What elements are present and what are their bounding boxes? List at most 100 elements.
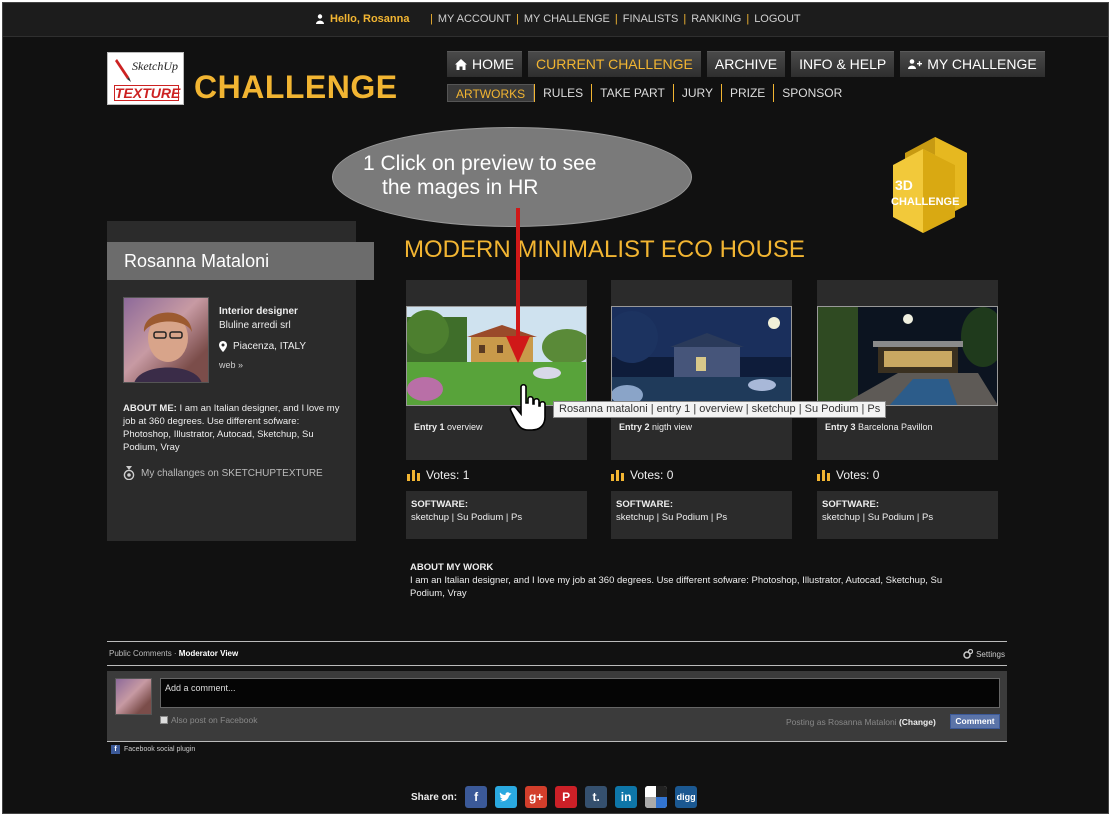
my-account-link[interactable]: MY ACCOUNT [438, 13, 511, 25]
entry-card: Entry 3 Barcelona Pavillon [817, 280, 998, 460]
profile-role: Interior designer [219, 306, 298, 317]
user-bar: Hello, Rosanna | MY ACCOUNT | MY CHALLENGE… [3, 3, 1108, 37]
entry-label: Entry 2 [619, 422, 650, 432]
my-challenge-link[interactable]: MY CHALLENGE [524, 13, 610, 25]
account-nav: | MY ACCOUNT | MY CHALLENGE | FINALISTS | RA… [430, 13, 801, 25]
tab-moderator-view[interactable]: Moderator View [179, 649, 238, 658]
comment-input[interactable]: Add a comment... [160, 678, 1000, 708]
pencil-icon [115, 59, 131, 82]
medal-icon [123, 466, 135, 480]
badge-3d-text: 3D [895, 177, 913, 193]
about-me-label: ABOUT ME: [123, 403, 177, 414]
share-digg-icon[interactable]: digg [675, 786, 698, 808]
software-list: sketchup | Su Podium | Ps [411, 512, 523, 523]
nav-current-challenge[interactable]: CURRENT CHALLENGE [528, 51, 701, 77]
votes-text: Votes: 0 [836, 468, 880, 482]
comment-settings[interactable]: Settings [963, 649, 1005, 659]
votes-count: Votes: 1 [407, 468, 469, 482]
my-challenges-link[interactable]: My challanges on SKETCHUPTEXTURE [123, 466, 323, 480]
tab-public-comments[interactable]: Public Comments [109, 649, 172, 658]
share-delicious-icon[interactable] [645, 786, 668, 808]
facebook-comments: Public Comments · Moderator View Setting… [107, 641, 1007, 754]
profile-panel: Rosanna Mataloni Interior designer Bluli… [107, 221, 374, 541]
bar-chart-icon [611, 469, 624, 481]
comment-button[interactable]: Comment [950, 714, 1000, 729]
greeting: Hello, Rosanna [316, 13, 409, 25]
change-link[interactable]: (Change) [899, 717, 936, 727]
comment-tabs: Public Comments · Moderator View [109, 649, 239, 658]
ranking-link[interactable]: RANKING [691, 13, 741, 25]
votes-count: Votes: 0 [611, 468, 673, 482]
share-bar: Share on: f g+ P t. in digg [411, 786, 698, 808]
entry-preview-image[interactable] [611, 306, 792, 406]
annotation-line-2: the mages in HR [382, 176, 539, 199]
software-label: SOFTWARE: [616, 499, 673, 510]
subnav-rules[interactable]: RULES [534, 84, 591, 102]
nav-my-challenge-label: MY CHALLENGE [927, 56, 1037, 72]
also-post-label: Also post on Facebook [171, 715, 258, 725]
software-label: SOFTWARE: [822, 499, 879, 510]
bar-chart-icon [817, 469, 830, 481]
facebook-icon: f [111, 745, 120, 754]
gear-icon [963, 649, 974, 659]
nav-home[interactable]: HOME [447, 51, 522, 77]
entry-label: Entry 3 [825, 422, 856, 432]
bar-chart-icon [407, 469, 420, 481]
profile-web-link[interactable]: web » [219, 360, 306, 370]
subnav-take-part[interactable]: TAKE PART [591, 84, 673, 102]
subnav-prize[interactable]: PRIZE [720, 84, 773, 102]
share-tumblr-icon[interactable]: t. [585, 786, 608, 808]
nav-my-challenge[interactable]: MY CHALLENGE [900, 51, 1045, 77]
nav-info-help-label: INFO & HELP [799, 56, 887, 72]
entry-caption: Entry 3 Barcelona Pavillon [825, 422, 933, 432]
avatar [123, 297, 209, 383]
logo-texture-text: TEXTURE [114, 85, 181, 101]
share-twitter-icon[interactable] [495, 786, 518, 808]
also-post-facebook[interactable]: Also post on Facebook [160, 715, 257, 725]
votes-count: Votes: 0 [817, 468, 879, 482]
3d-challenge-badge: 3D CHALLENGE [891, 137, 967, 233]
artwork-title: MODERN MINIMALIST ECO HOUSE [404, 236, 805, 263]
entry-desc: overview [444, 422, 483, 432]
location-pin-icon [219, 341, 227, 352]
entry-card: Entry 2 nigth view [611, 280, 792, 460]
finalists-link[interactable]: FINALISTS [623, 13, 679, 25]
nav-archive[interactable]: ARCHIVE [706, 51, 786, 77]
votes-text: Votes: 0 [630, 468, 674, 482]
profile-location: Piacenza, ITALY [219, 341, 306, 352]
nav-home-label: HOME [472, 56, 514, 72]
also-post-checkbox[interactable] [160, 716, 168, 724]
nav-info-help[interactable]: INFO & HELP [791, 51, 895, 77]
page-frame: Hello, Rosanna | MY ACCOUNT | MY CHALLENGE… [2, 2, 1109, 814]
logout-link[interactable]: LOGOUT [754, 13, 800, 25]
subnav-jury[interactable]: JURY [672, 84, 721, 102]
share-facebook-icon[interactable]: f [465, 786, 488, 808]
nav-archive-label: ARCHIVE [714, 56, 778, 72]
my-challenges-text: My challanges on SKETCHUPTEXTURE [141, 467, 323, 479]
entry-caption: Entry 2 nigth view [619, 422, 692, 432]
profile-company: Bluline arredi srl [219, 320, 291, 331]
subnav-artworks[interactable]: ARTWORKS [447, 84, 535, 102]
sub-nav: ARTWORKS RULES TAKE PART JURY PRIZE SPON… [447, 84, 850, 102]
add-user-icon [908, 59, 923, 69]
hand-cursor-icon [509, 383, 546, 431]
main-nav: HOME CURRENT CHALLENGE ARCHIVE INFO & HE… [447, 51, 1045, 77]
subnav-sponsor[interactable]: SPONSOR [773, 84, 850, 102]
commenter-avatar [115, 678, 152, 715]
share-pinterest-icon[interactable]: P [555, 786, 578, 808]
share-google-plus-icon[interactable]: g+ [525, 786, 548, 808]
share-linkedin-icon[interactable]: in [615, 786, 638, 808]
entry-preview-image[interactable] [817, 306, 998, 406]
software-box: SOFTWARE: sketchup | Su Podium | Ps [817, 491, 998, 539]
site-logo[interactable]: SketchUp TEXTURE [107, 52, 184, 105]
software-list: sketchup | Su Podium | Ps [822, 512, 934, 523]
logo-sketchup-text: SketchUp [132, 59, 178, 73]
profile-location-text: Piacenza, ITALY [233, 341, 306, 352]
entry-desc: nigth view [649, 422, 693, 432]
posting-as-text: Posting as Rosanna Mataloni [786, 717, 897, 727]
annotation-line-1: 1 Click on preview to see [363, 152, 597, 175]
votes-text: Votes: 1 [426, 468, 470, 482]
share-label: Share on: [411, 791, 458, 803]
profile-about: ABOUT ME: I am an Italian designer, and … [123, 402, 349, 454]
software-label: SOFTWARE: [411, 499, 468, 510]
